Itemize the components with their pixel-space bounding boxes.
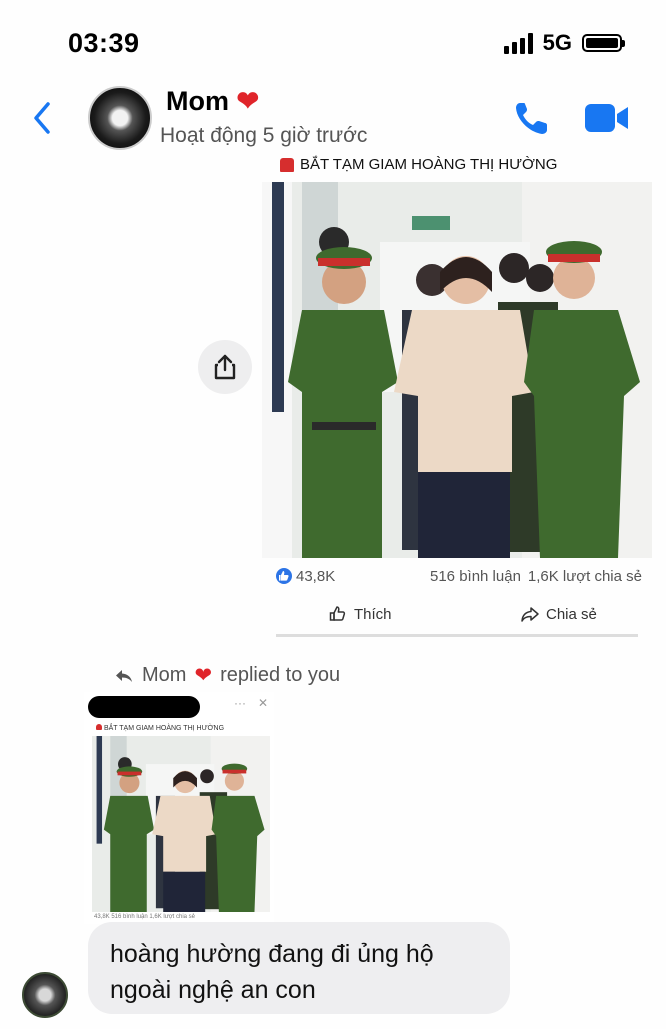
activity-status: Hoạt động 5 giờ trước: [160, 124, 368, 147]
call-button[interactable]: [512, 98, 552, 138]
post-title-text: BẮT TẠM GIAM HOÀNG THỊ HƯỜNG: [300, 156, 558, 173]
quoted-post-title: BẮT TẠM GIAM HOÀNG THỊ HƯỜNG: [96, 724, 224, 732]
more-icon: ···: [234, 696, 246, 710]
post-photo[interactable]: [262, 182, 652, 558]
network-label: 5G: [542, 30, 572, 55]
share-button-label: Chia sẻ: [546, 605, 597, 623]
close-icon: ✕: [258, 696, 269, 710]
comment-count[interactable]: 516 bình luận: [430, 568, 521, 585]
reply-arrow-icon: [116, 669, 132, 682]
reply-sender: Mom: [142, 664, 187, 686]
quoted-post-title-text: BẮT TẠM GIAM HOÀNG THỊ HƯỜNG: [103, 725, 225, 732]
forward-button[interactable]: [198, 340, 252, 394]
share-button[interactable]: Chia sẻ: [520, 604, 597, 624]
post-actions: Thích Chia sẻ: [276, 600, 638, 637]
status-time: 03:39: [68, 28, 140, 58]
sender-avatar[interactable]: [22, 972, 68, 1018]
phone-icon: [516, 103, 547, 134]
battery-icon: [582, 34, 625, 52]
message-bubble[interactable]: hoàng hường đang đi ủng hộ ngoài nghệ an…: [88, 922, 510, 1014]
siren-icon: [96, 724, 102, 730]
like-button[interactable]: Thích: [328, 604, 392, 624]
share-arrow-icon: [521, 607, 539, 622]
thumbs-up-outline-icon: [329, 606, 346, 621]
reply-label-text: replied to you: [220, 664, 341, 686]
like-button-label: Thích: [354, 605, 392, 623]
quoted-post-stats: 43,8K 516 bình luận 1,6K lượt chia sẻ: [94, 914, 196, 920]
like-badge-icon: [276, 568, 292, 584]
contact-avatar[interactable]: [88, 86, 152, 150]
battery-fill: [586, 38, 618, 48]
video-call-button[interactable]: [584, 100, 630, 136]
like-count[interactable]: 43,8K: [296, 568, 335, 585]
share-count[interactable]: 1,6K lượt chia sẻ: [528, 568, 642, 585]
redacted-name: [88, 696, 200, 718]
back-button[interactable]: [28, 96, 58, 140]
contact-name[interactable]: Mom ❤: [166, 86, 259, 117]
post-stats: 43,8K 516 bình luận 1,6K lượt chia sẻ: [276, 568, 646, 588]
post-title[interactable]: BẮT TẠM GIAM HOÀNG THỊ HƯỜNG: [280, 156, 557, 173]
chat-screen: 03:39 5G Mom ❤ Hoạt động 5 giờ trước BẮT…: [0, 0, 666, 1029]
quoted-post-photo: [92, 736, 270, 912]
video-camera-icon: [585, 104, 628, 132]
quoted-message[interactable]: ··· ✕ BẮT TẠM GIAM HOÀNG THỊ HƯỜNG 43,8K…: [84, 692, 274, 924]
reply-heart-icon: ❤: [194, 664, 213, 687]
chevron-left-icon: [34, 102, 50, 134]
signal-icon: [503, 32, 533, 54]
contact-name-text: Mom: [166, 86, 229, 116]
post-photo-image: [262, 182, 652, 558]
reply-indicator: Mom ❤ replied to you: [114, 663, 340, 688]
siren-icon: [280, 157, 294, 172]
thumbs-up-icon: [279, 571, 289, 581]
share-icon: [214, 354, 236, 380]
heart-icon: ❤: [236, 86, 260, 116]
status-indicators: 5G: [503, 30, 625, 56]
quoted-photo-image: [92, 736, 270, 912]
